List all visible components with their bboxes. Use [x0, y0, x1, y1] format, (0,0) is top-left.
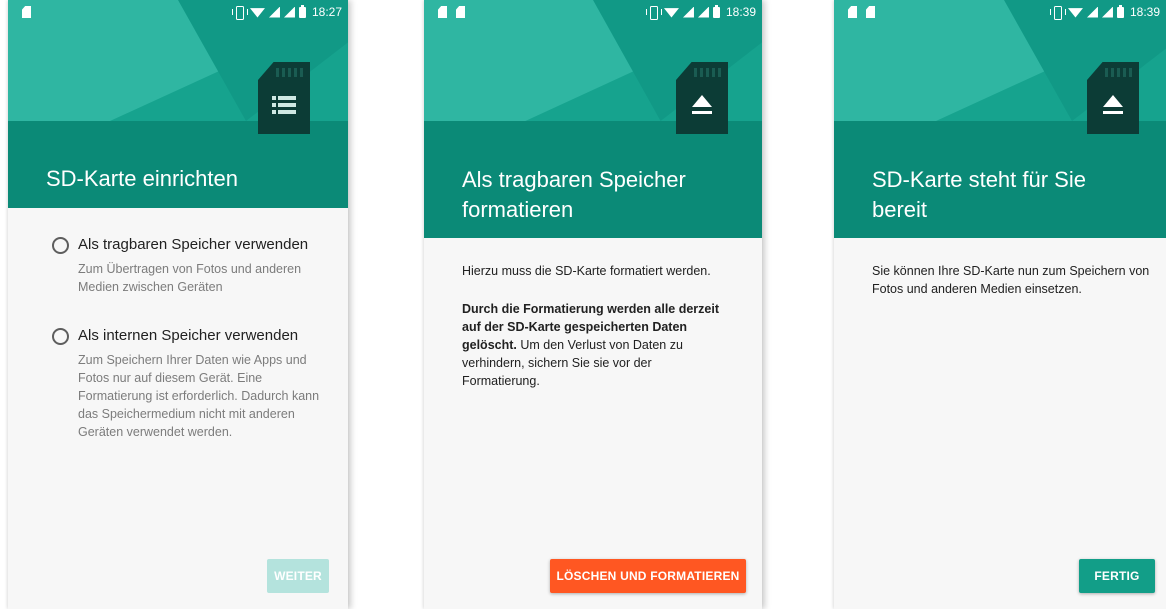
- status-time: 18:39: [725, 5, 756, 19]
- screen-sd-ready: 18:39 SD-Karte steht für Sie bereit Sie …: [834, 0, 1166, 609]
- status-time: 18:39: [1129, 5, 1160, 19]
- radio-portable-storage[interactable]: [52, 237, 69, 254]
- page-title: SD-Karte einrichten: [46, 166, 238, 191]
- done-button[interactable]: FERTIG: [1079, 559, 1155, 593]
- page-title: SD-Karte steht für Sie bereit: [872, 167, 1086, 222]
- sd-card-notification-icon: [22, 6, 31, 18]
- eject-icon: [692, 95, 712, 114]
- sd-card-icon: [676, 62, 728, 134]
- vibrate-icon: [645, 6, 662, 20]
- page-title: Als tragbaren Speicher formatieren: [462, 167, 686, 222]
- option-label: Als internen Speicher verwenden: [78, 327, 299, 344]
- option-label: Als tragbaren Speicher verwenden: [78, 236, 309, 253]
- status-bar: 18:27: [8, 0, 348, 24]
- screen-format-portable: 18:39 Als tragbaren Speicher formatieren…: [424, 0, 762, 609]
- signal-icon: [268, 6, 280, 18]
- format-intro-text: Hierzu muss die SD-Karte formatiert werd…: [462, 264, 711, 278]
- status-time: 18:27: [311, 5, 342, 19]
- battery-icon: [712, 4, 720, 18]
- sd-card-icon: [258, 62, 310, 134]
- battery-icon: [1116, 4, 1124, 18]
- signal-icon: [682, 6, 694, 18]
- status-bar: 18:39: [424, 0, 762, 24]
- eject-icon: [1103, 95, 1123, 114]
- vibrate-icon: [1049, 6, 1066, 20]
- next-button[interactable]: WEITER: [267, 559, 329, 593]
- option-portable-storage[interactable]: Als tragbaren Speicher verwenden Zum Übe…: [52, 235, 322, 296]
- signal-icon: [283, 6, 295, 18]
- wifi-icon: [663, 8, 679, 18]
- format-warning-text: Durch die Formatierung werden alle derze…: [462, 300, 732, 390]
- signal-icon: [1086, 6, 1098, 18]
- sd-card-notification-icon: [848, 6, 857, 18]
- erase-and-format-button[interactable]: LÖSCHEN UND FORMATIEREN: [550, 559, 746, 593]
- option-internal-storage[interactable]: Als internen Speicher verwenden Zum Spei…: [52, 326, 322, 441]
- ready-text: Sie können Ihre SD-Karte nun zum Speiche…: [872, 264, 1150, 296]
- sd-card-notification-icon: [438, 6, 447, 18]
- screen-setup-sd-card: 18:27 SD-Karte einrichten Als tragbaren …: [8, 0, 348, 609]
- storage-list-icon: [272, 96, 296, 117]
- signal-icon: [1101, 6, 1113, 18]
- radio-internal-storage[interactable]: [52, 328, 69, 345]
- battery-icon: [298, 4, 306, 18]
- signal-icon: [697, 6, 709, 18]
- sd-card-notification-icon: [456, 6, 465, 18]
- vibrate-icon: [231, 6, 248, 20]
- sd-card-icon: [1087, 62, 1139, 134]
- option-description: Zum Übertragen von Fotos und anderen Med…: [78, 262, 302, 294]
- option-description: Zum Speichern Ihrer Daten wie Apps und F…: [78, 353, 320, 439]
- status-bar: 18:39: [834, 0, 1166, 24]
- wifi-icon: [1067, 8, 1083, 18]
- sd-card-notification-icon: [866, 6, 875, 18]
- wifi-icon: [249, 8, 265, 18]
